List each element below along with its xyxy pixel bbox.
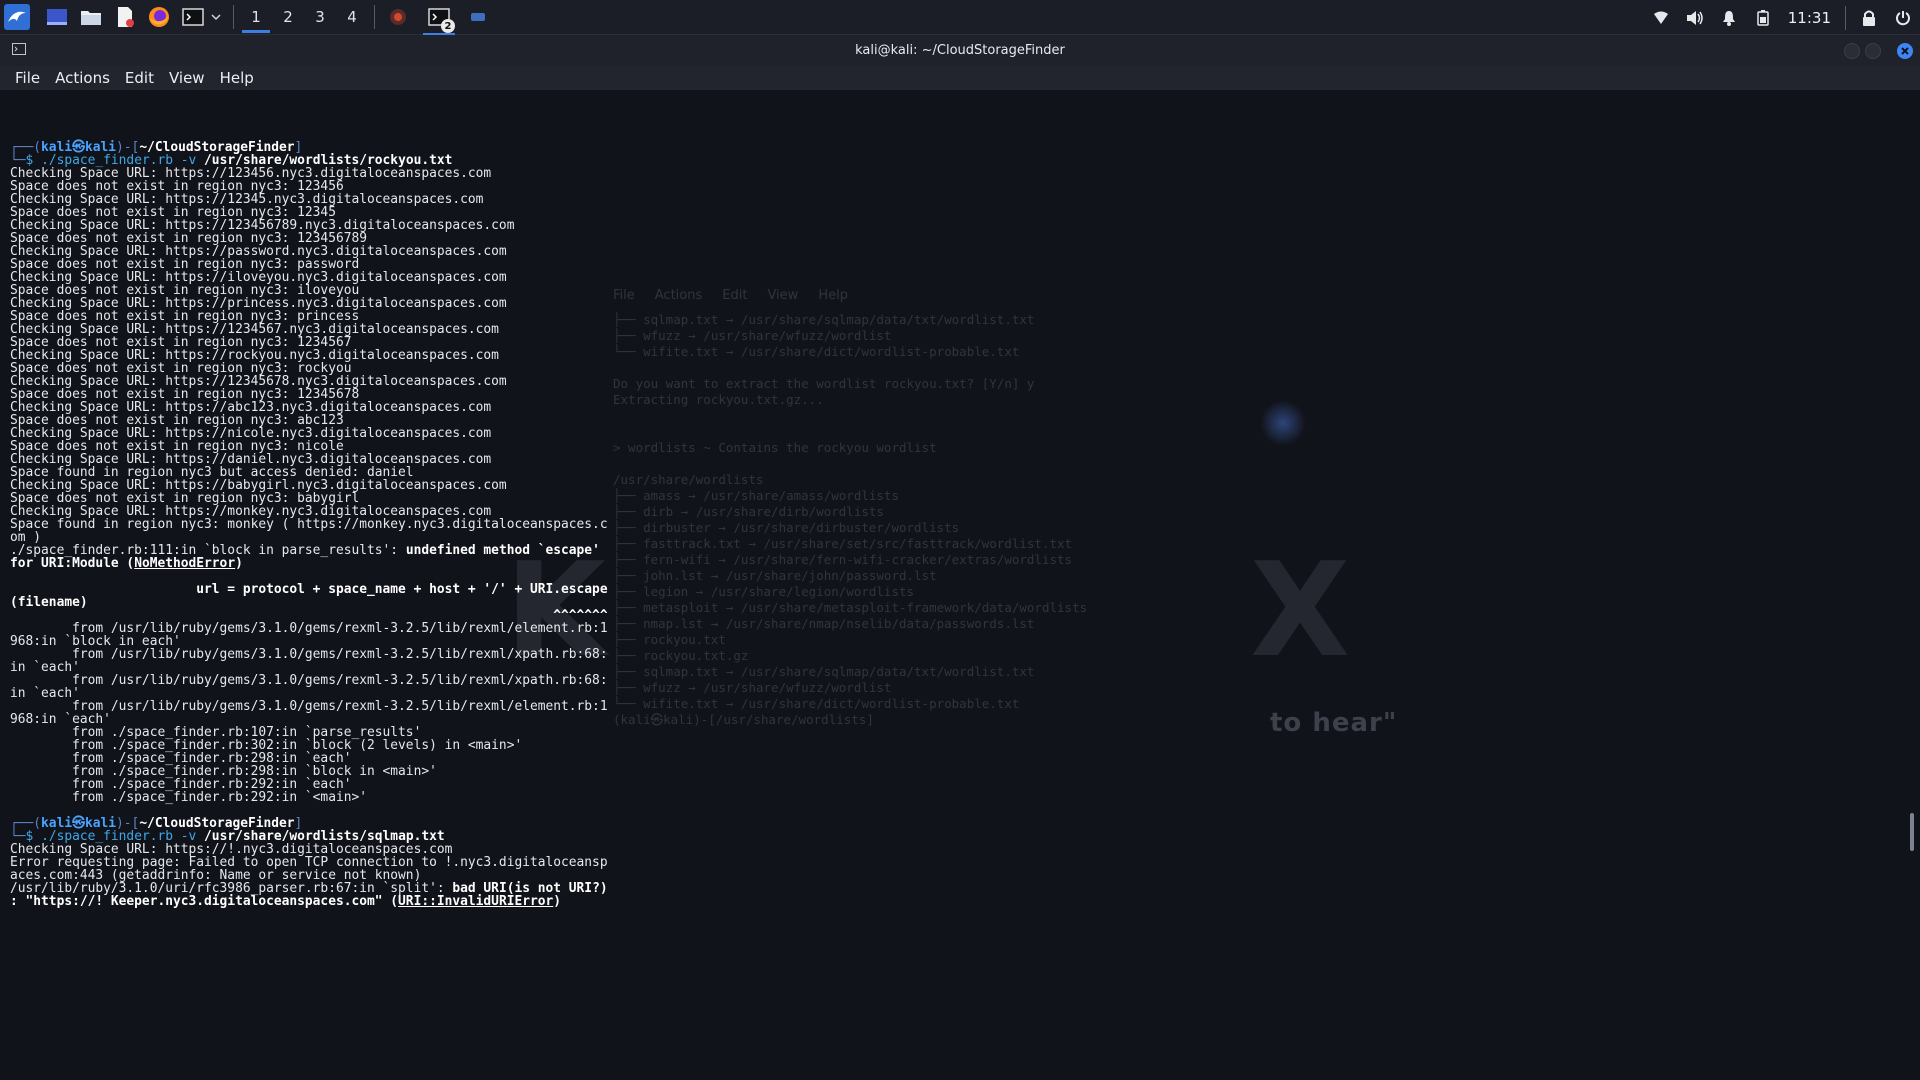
workspace-label: 2 <box>283 8 293 26</box>
menu-view[interactable]: View <box>161 69 212 87</box>
workspace-label: 3 <box>315 8 325 26</box>
notification-bell-icon[interactable] <box>1718 7 1740 29</box>
error-line: : "https://! Keeper.nyc3.digitaloceanspa… <box>10 894 562 909</box>
lock-icon[interactable] <box>1858 7 1880 29</box>
ghost-glow <box>1260 400 1306 446</box>
task-app-icon[interactable] <box>466 5 490 29</box>
file-manager-icon[interactable] <box>79 5 103 29</box>
terminal-output[interactable]: ┌──(kali㉿kali)-[~/CloudStorageFinder] └─$… <box>10 128 630 908</box>
workspace-3[interactable]: 3 <box>304 0 336 35</box>
workspace-label: 4 <box>347 8 357 26</box>
ghost-menu-item: Actions <box>654 288 703 303</box>
terminal-line: Space found in region nyc3: monkey ( htt… <box>10 517 608 532</box>
clock[interactable]: 11:31 <box>1788 9 1831 27</box>
ghost-terminal: File Actions Edit View Help ├── sqlmap.txt →… <box>613 288 1233 888</box>
taskbar-separator <box>374 5 375 29</box>
terminal-scrollbar[interactable] <box>1910 813 1914 851</box>
power-icon[interactable] <box>1892 7 1914 29</box>
terminal-line: from /usr/lib/ruby/gems/3.1.0/gems/rexml… <box>10 647 608 662</box>
ghost-menubar: File Actions Edit View Help <box>613 288 1233 304</box>
active-workspace-indicator <box>242 29 270 33</box>
minimize-button-circle[interactable] <box>1844 43 1860 59</box>
terminal-line: from /usr/lib/ruby/gems/3.1.0/gems/rexml… <box>10 673 608 688</box>
window-title: kali@kali: ~/CloudStorageFinder <box>855 43 1065 58</box>
close-button[interactable] <box>1897 43 1913 59</box>
wifi-icon[interactable] <box>1650 7 1672 29</box>
battery-icon[interactable] <box>1752 7 1774 29</box>
workspace-1[interactable]: 1 <box>240 0 272 35</box>
window-count-badge: 2 <box>441 19 455 33</box>
error-line: for URI:Module (NoMethodError) <box>10 556 243 571</box>
workspace-label: 1 <box>251 8 261 26</box>
task-burpsuite-icon[interactable] <box>386 5 410 29</box>
terminal-area[interactable]: K X File Actions Edit View Help ├── sqlmap.t… <box>0 90 1920 1080</box>
system-tray: 11:31 <box>1644 0 1920 35</box>
ghost-logo-letter: X <box>1250 534 1351 686</box>
ghost-menu-item: Help <box>818 288 848 303</box>
window-titlebar[interactable]: kali@kali: ~/CloudStorageFinder <box>0 35 1920 67</box>
menu-help[interactable]: Help <box>212 69 261 87</box>
menu-actions[interactable]: Actions <box>47 69 117 87</box>
ghost-menu-item: View <box>767 288 799 303</box>
task-terminal-icon[interactable]: 2 <box>423 5 455 36</box>
menu-file[interactable]: File <box>7 69 47 87</box>
desktop: 1 2 3 4 2 11:31 kali@kali: ~/CloudStorag… <box>0 0 1920 1080</box>
workspace-4[interactable]: 4 <box>336 0 368 35</box>
workspace-2[interactable]: 2 <box>272 0 304 35</box>
terminal-launcher-icon[interactable] <box>181 5 205 29</box>
ghost-tagline: to hear" <box>1270 708 1398 738</box>
taskbar: 1 2 3 4 2 11:31 <box>0 0 1920 36</box>
text-editor-icon[interactable] <box>113 5 137 29</box>
tray-separator <box>1845 5 1846 30</box>
chevron-down-icon[interactable] <box>210 5 222 29</box>
menu-edit[interactable]: Edit <box>117 69 161 87</box>
volume-icon[interactable] <box>1684 7 1706 29</box>
terminal-line: from ./space_finder.rb:292:in `<main>' <box>10 790 367 805</box>
firefox-icon[interactable] <box>147 5 171 29</box>
close-icon <box>1901 47 1909 55</box>
menubar: File Actions Edit View Help <box>0 66 1920 90</box>
desktop-icon[interactable] <box>45 5 69 29</box>
code-line: url = protocol + space_name + host + '/'… <box>10 582 608 597</box>
minimize-button[interactable] <box>1865 43 1881 59</box>
taskbar-separator <box>233 5 234 29</box>
kali-menu-icon[interactable] <box>4 4 30 30</box>
ghost-menu-item: Edit <box>722 288 748 303</box>
